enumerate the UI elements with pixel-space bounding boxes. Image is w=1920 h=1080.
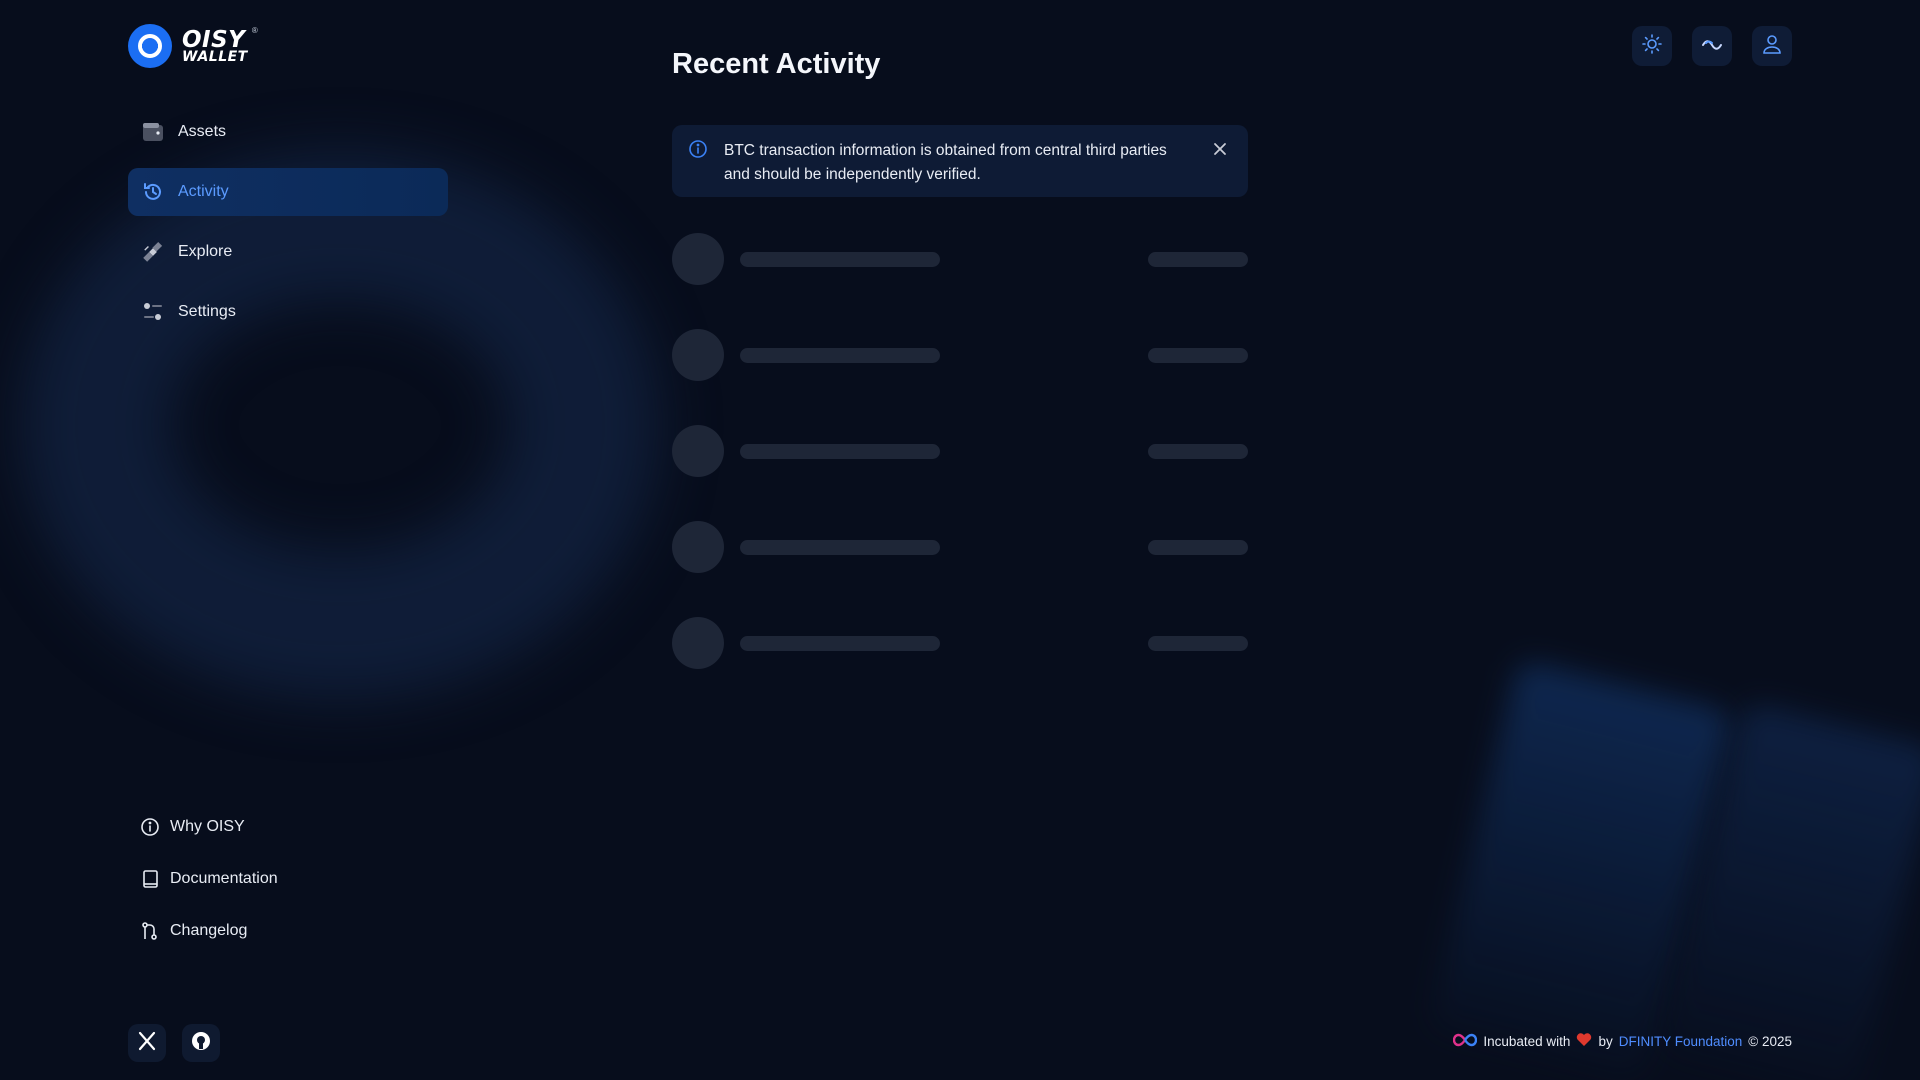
- sidebar-item-activity[interactable]: Activity: [128, 168, 448, 216]
- skeleton-text: [740, 252, 940, 267]
- footer-credit: Incubated with by DFINITY Foundation © 2…: [1453, 1033, 1792, 1050]
- skeleton-text: [740, 540, 940, 555]
- loading-row: [672, 521, 1248, 573]
- x-twitter-icon: [137, 1031, 157, 1056]
- skeleton-avatar: [672, 425, 724, 477]
- skeleton-avatar: [672, 617, 724, 669]
- sidebar-nav: Assets Activity Explore Settings: [128, 108, 448, 348]
- skeleton-text: [740, 444, 940, 459]
- sidebar-item-explore[interactable]: Explore: [128, 228, 448, 276]
- loading-row: [672, 233, 1248, 285]
- history-icon: [142, 181, 164, 203]
- settings-sliders-icon: [142, 301, 164, 323]
- oisy-logo-icon: [128, 24, 172, 68]
- sidebar-item-label: Explore: [178, 243, 233, 260]
- wallet-icon: [142, 121, 164, 143]
- sidebar-item-assets[interactable]: Assets: [128, 108, 448, 156]
- skeleton-amount: [1148, 540, 1248, 555]
- alert-text: BTC transaction information is obtained …: [724, 142, 1167, 183]
- book-icon: [140, 869, 160, 889]
- oisy-logo[interactable]: OISY WALLET ®: [128, 24, 258, 68]
- user-icon: [1761, 33, 1783, 60]
- skeleton-text: [740, 636, 940, 651]
- x-twitter-button[interactable]: [128, 1024, 166, 1062]
- page-title: Recent Activity: [672, 48, 881, 80]
- github-icon: [191, 1031, 211, 1056]
- sidebar-footer-links: Why OISY Documentation Changelog: [140, 815, 278, 971]
- btc-info-alert: BTC transaction information is obtained …: [672, 125, 1248, 197]
- why-oisy-label: Why OISY: [170, 818, 245, 835]
- heart-icon: [1576, 1033, 1592, 1050]
- skeleton-avatar: [672, 521, 724, 573]
- copyright: © 2025: [1748, 1034, 1792, 1049]
- git-branch-icon: [140, 921, 160, 941]
- social-links: [128, 1024, 220, 1062]
- dfinity-link[interactable]: DFINITY Foundation: [1619, 1034, 1743, 1049]
- satellite-icon: [142, 241, 164, 263]
- github-button[interactable]: [182, 1024, 220, 1062]
- loading-row: [672, 617, 1248, 669]
- skeleton-avatar: [672, 233, 724, 285]
- waves-icon: [1701, 36, 1723, 57]
- skeleton-text: [740, 348, 940, 363]
- skeleton-amount: [1148, 444, 1248, 459]
- skeleton-amount: [1148, 348, 1248, 363]
- registered-mark: ®: [251, 25, 258, 35]
- credit-by: by: [1598, 1034, 1613, 1049]
- sidebar-item-label: Assets: [178, 123, 227, 140]
- loading-row: [672, 425, 1248, 477]
- why-oisy-link[interactable]: Why OISY: [140, 815, 278, 839]
- sun-icon: [1641, 33, 1663, 60]
- logo-text-wallet: WALLET: [182, 48, 248, 65]
- account-button[interactable]: [1752, 26, 1792, 66]
- info-circle-icon: [688, 139, 708, 167]
- loading-row: [672, 329, 1248, 381]
- top-actions: [1632, 26, 1792, 66]
- close-icon[interactable]: [1210, 139, 1230, 159]
- activity-loading-list: [672, 233, 1248, 713]
- documentation-label: Documentation: [170, 870, 278, 887]
- skeleton-avatar: [672, 329, 724, 381]
- infinity-icon: [1453, 1033, 1478, 1050]
- skeleton-amount: [1148, 252, 1248, 267]
- skeleton-amount: [1148, 636, 1248, 651]
- sidebar-item-settings[interactable]: Settings: [128, 288, 448, 336]
- info-circle-icon: [140, 817, 160, 837]
- credit-prefix: Incubated with: [1483, 1034, 1571, 1049]
- changelog-link[interactable]: Changelog: [140, 919, 278, 943]
- theme-toggle-button[interactable]: [1632, 26, 1672, 66]
- documentation-link[interactable]: Documentation: [140, 867, 278, 891]
- changelog-label: Changelog: [170, 922, 248, 939]
- sidebar-item-label: Settings: [178, 303, 236, 320]
- sidebar-item-label: Activity: [178, 183, 229, 200]
- network-button[interactable]: [1692, 26, 1732, 66]
